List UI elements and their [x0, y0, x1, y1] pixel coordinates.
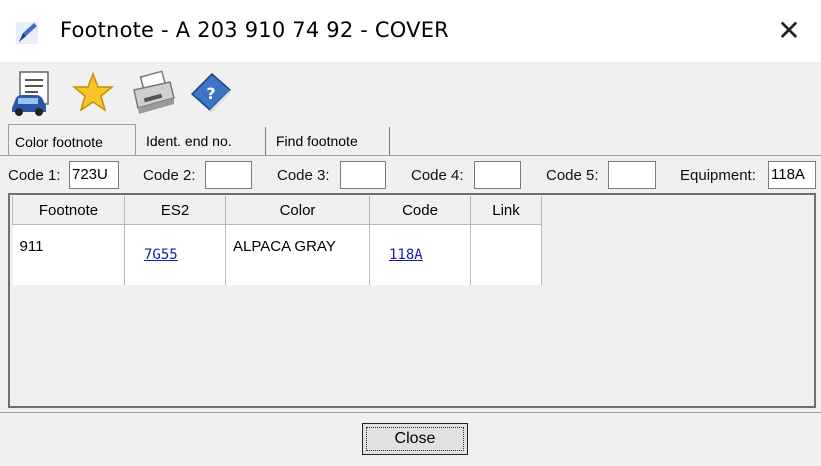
column-header-es2[interactable]: ES2	[124, 196, 226, 225]
code3-field[interactable]	[340, 161, 386, 189]
footer-separator	[0, 412, 821, 413]
code4-field[interactable]	[474, 161, 521, 189]
column-header-color[interactable]: Color	[225, 196, 370, 225]
pen-icon	[16, 22, 38, 44]
code-fields: Code 1: 723U Code 2: Code 3: Code 4: Cod…	[0, 160, 821, 190]
table-header-row: Footnote ES2 Color Code Link	[12, 196, 542, 225]
svg-text:?: ?	[206, 84, 215, 103]
footnote-value: 911	[19, 238, 44, 255]
link-value	[478, 225, 541, 238]
code1-field[interactable]: 723U	[69, 161, 119, 189]
tab-find-footnote[interactable]: Find footnote	[270, 127, 390, 155]
footnote-table: Footnote ES2 Color Code Link 911 7G55 AL…	[12, 196, 542, 285]
cell-color: ALPACA GRAY	[225, 224, 370, 285]
column-header-link[interactable]: Link	[470, 196, 542, 225]
es2-link[interactable]: 7G55	[132, 225, 225, 263]
cell-code: 118A	[369, 224, 471, 285]
table-row[interactable]: 911 7G55 ALPACA GRAY 118A	[12, 224, 542, 285]
tab-ident-end-no[interactable]: Ident. end no.	[140, 127, 266, 155]
close-button[interactable]: Close	[362, 423, 468, 455]
code1-label: Code 1:	[8, 167, 61, 184]
code2-label: Code 2:	[143, 167, 196, 184]
column-header-footnote[interactable]: Footnote	[12, 196, 125, 225]
toolbar: ?	[0, 64, 821, 120]
printer-icon[interactable]	[130, 68, 176, 116]
code5-field[interactable]	[608, 161, 656, 189]
help-book-icon[interactable]: ?	[188, 68, 234, 116]
code5-label: Code 5:	[546, 167, 599, 184]
tab-panel-border	[0, 155, 821, 156]
star-icon[interactable]	[70, 68, 116, 116]
cell-footnote: 911	[12, 224, 125, 285]
color-value: ALPACA GRAY	[233, 238, 336, 255]
title-bar: Footnote - A 203 910 74 92 - COVER ✕	[0, 0, 821, 62]
code4-label: Code 4:	[411, 167, 464, 184]
focus-rectangle	[366, 427, 464, 451]
tab-color-footnote[interactable]: Color footnote	[8, 124, 136, 156]
cell-es2: 7G55	[124, 224, 226, 285]
column-header-code[interactable]: Code	[369, 196, 471, 225]
code-link[interactable]: 118A	[377, 225, 470, 263]
window-title: Footnote - A 203 910 74 92 - COVER	[60, 18, 449, 42]
equipment-label: Equipment:	[680, 167, 756, 184]
code2-field[interactable]	[205, 161, 252, 189]
code3-label: Code 3:	[277, 167, 330, 184]
cell-link	[470, 224, 542, 285]
equipment-field[interactable]: 118A	[768, 161, 816, 189]
window-close-button[interactable]: ✕	[757, 6, 821, 56]
car-document-icon[interactable]	[10, 68, 56, 116]
